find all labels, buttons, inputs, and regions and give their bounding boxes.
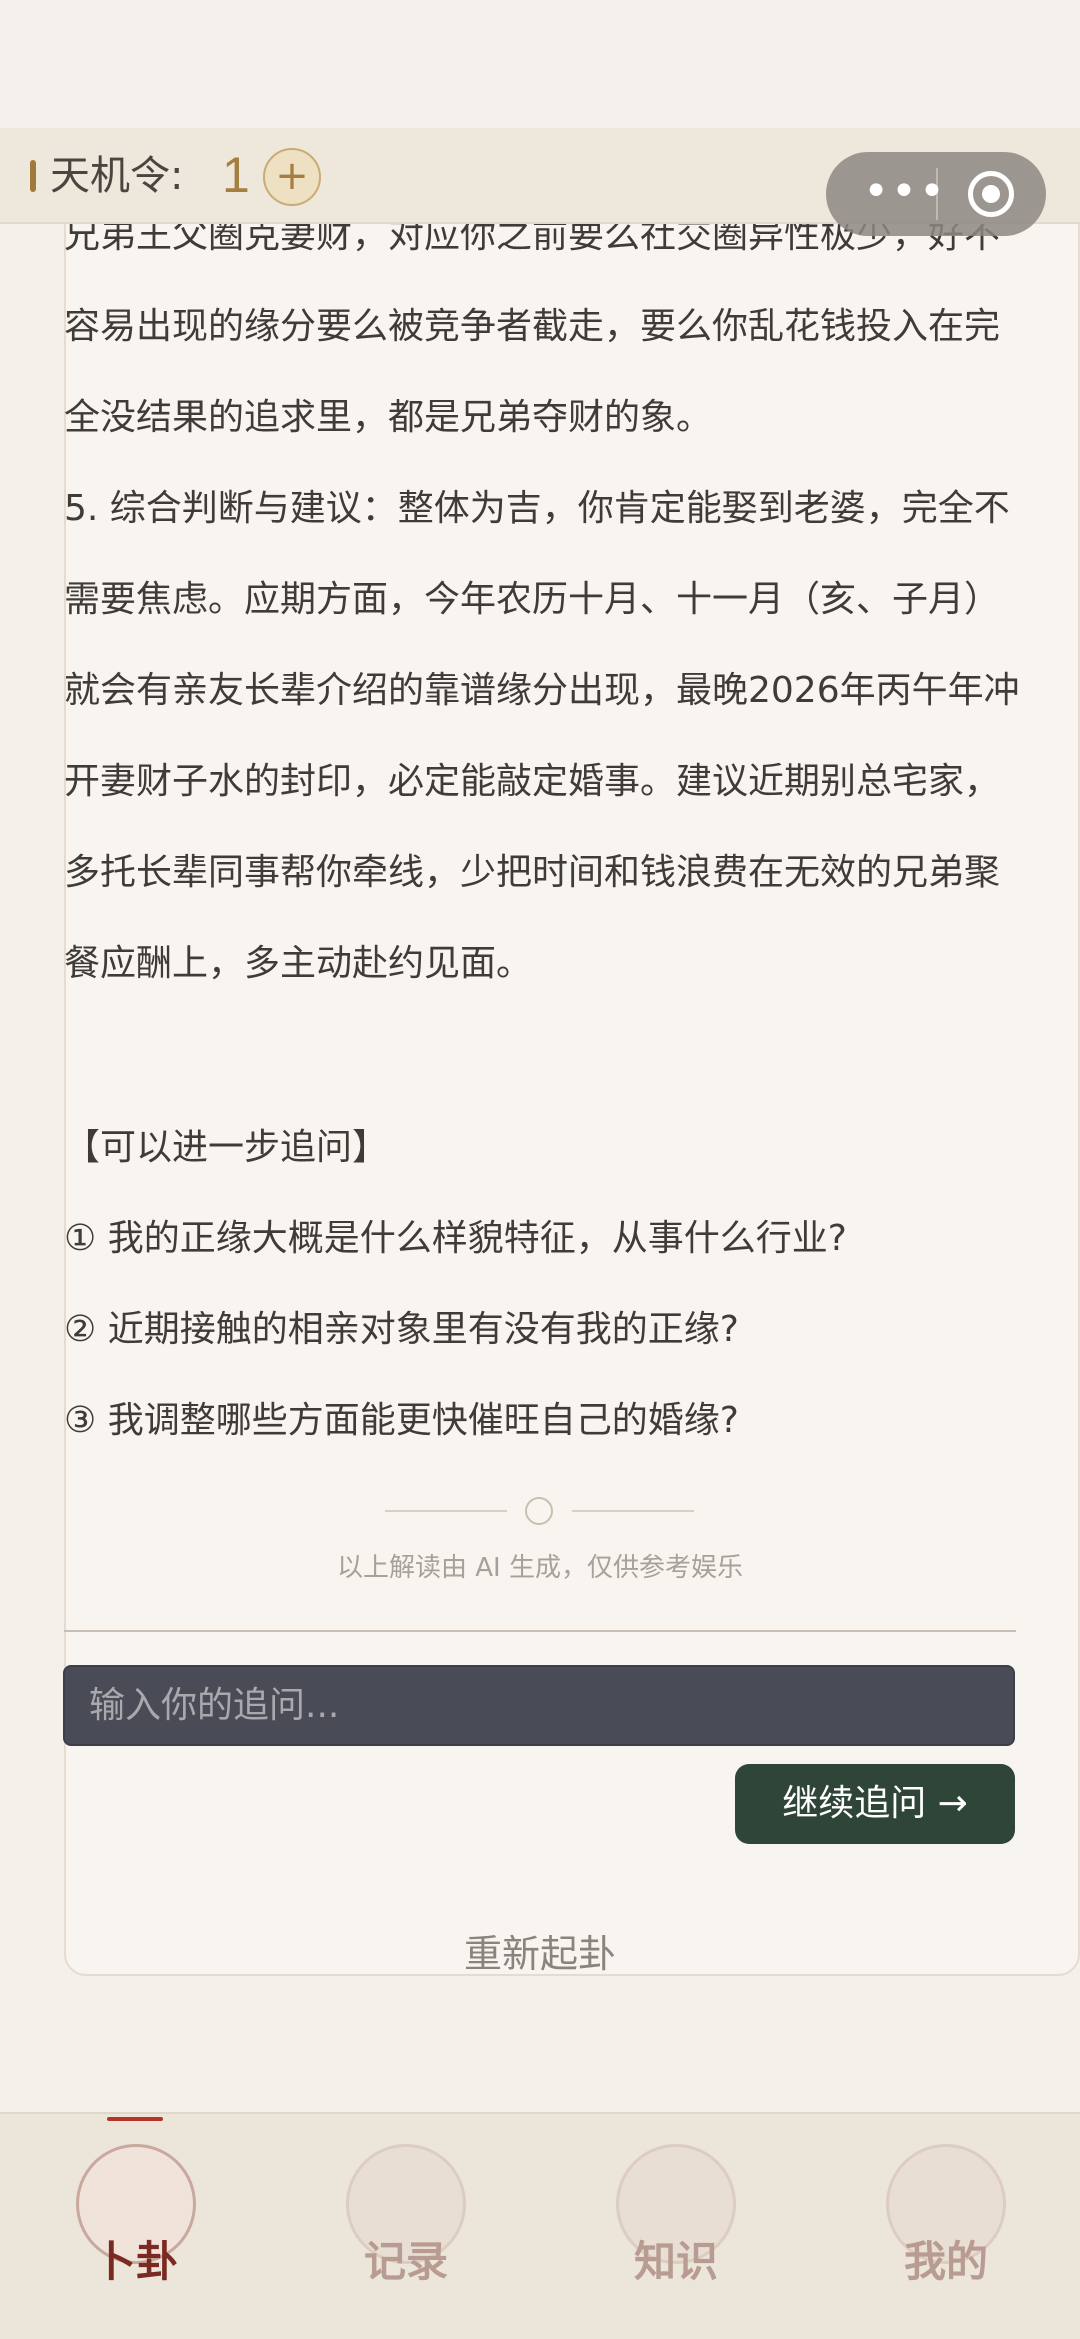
- restart-divination-button[interactable]: 重新起卦: [0, 1928, 1080, 1980]
- tianji-count: 1: [222, 147, 250, 203]
- tab-mine[interactable]: 我的: [866, 2124, 1026, 2324]
- tab-label: 卜卦: [93, 2237, 178, 2286]
- ai-disclaimer: 以上解读由 AI 生成，仅供参考娱乐: [337, 1553, 743, 1583]
- accent-mark: [30, 160, 36, 192]
- tab-records[interactable]: 记录: [326, 2124, 486, 2324]
- divider-line-right: [572, 1510, 694, 1512]
- close-miniprogram-icon[interactable]: [968, 171, 1014, 217]
- separator: [64, 1630, 1016, 1632]
- followup-question-1[interactable]: ① 我的正缘大概是什么样貌特征，从事什么行业?: [64, 1193, 847, 1284]
- continue-ask-button[interactable]: 继续追问 →: [735, 1764, 1015, 1844]
- followup-question-2[interactable]: ② 近期接触的相亲对象里有没有我的正缘?: [64, 1284, 739, 1375]
- tianji-label: 天机令:: [50, 153, 184, 199]
- divider-circle-icon: [525, 1497, 553, 1525]
- followup-title: 【可以进一步追问】: [64, 1127, 389, 1168]
- tab-knowledge[interactable]: 知识: [596, 2124, 756, 2324]
- divider-line-left: [385, 1510, 507, 1512]
- capsule-separator: [936, 168, 938, 220]
- tab-label: 知识: [633, 2237, 718, 2286]
- miniprogram-capsule: •••: [826, 152, 1046, 236]
- add-tianji-button[interactable]: +: [263, 148, 321, 206]
- tab-label: 我的: [903, 2237, 988, 2286]
- reading-paragraph-2: 5. 综合判断与建议：整体为吉，你肯定能娶到老婆，完全不需要焦虑。应期方面，今年…: [64, 488, 1020, 984]
- followup-input[interactable]: 输入你的追问...: [63, 1665, 1015, 1746]
- followup-question-3[interactable]: ③ 我调整哪些方面能更快催旺自己的婚缘?: [64, 1375, 739, 1466]
- active-tab-indicator: [107, 2117, 163, 2121]
- tab-label: 记录: [363, 2237, 448, 2286]
- tab-divination[interactable]: 卜卦: [56, 2124, 216, 2324]
